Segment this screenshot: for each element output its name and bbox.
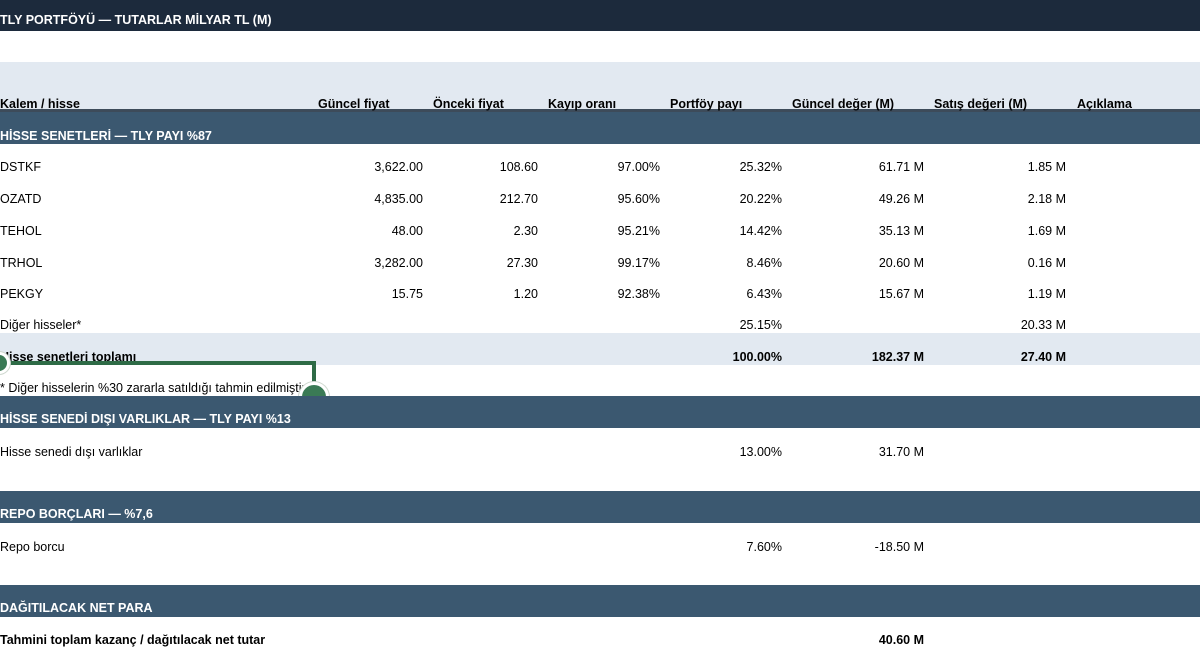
col-header-sale-value: Satış değeri (M) <box>934 97 1028 111</box>
row-loss-ratio: 99.17% <box>617 256 660 270</box>
row-sale-value: 20.33 M <box>1020 318 1066 332</box>
row-name: Diğer hisseler* <box>0 318 82 332</box>
row-portfolio-share: 14.42% <box>739 224 782 238</box>
row-loss-ratio: 95.60% <box>617 192 660 206</box>
section-header-equities: HİSSE SENETLERİ — TLY PAYI %87 <box>0 112 1200 144</box>
section-title: DAĞITILACAK NET PARA <box>0 601 153 615</box>
row-current-value: 49.26 M <box>878 192 924 206</box>
row-portfolio-share: 25.32% <box>739 160 782 174</box>
row-current-value: 61.71 M <box>878 160 924 174</box>
row-name: TEHOL <box>0 224 42 238</box>
row-sale-value: 1.85 M <box>1027 160 1066 174</box>
row-name: OZATD <box>0 192 42 206</box>
col-header-loss-ratio: Kayıp oranı <box>548 97 617 111</box>
row-name: TRHOL <box>0 256 43 270</box>
row-name: DSTKF <box>0 160 41 174</box>
row-name: Tahmini toplam kazanç / dağıtılacak net … <box>0 633 266 647</box>
row-loss-ratio: 97.00% <box>617 160 660 174</box>
row-current-price: 3,282.00 <box>374 256 423 270</box>
row-name: Repo borcu <box>0 540 65 554</box>
row-current-value: -18.50 M <box>874 540 924 554</box>
section-header-non-equity: HİSSE SENEDİ DIŞI VARLIKLAR — TLY PAYI %… <box>0 396 1200 428</box>
row-loss-ratio: 92.38% <box>617 287 660 301</box>
total-portfolio-share: 100.00% <box>732 350 782 364</box>
row-sale-value: 0.16 M <box>1027 256 1066 270</box>
row-portfolio-share: 25.15% <box>739 318 782 332</box>
row-sale-value: 1.69 M <box>1027 224 1066 238</box>
row-current-price: 3,622.00 <box>374 160 423 174</box>
section-header-repo: REPO BORÇLARI — %7,6 <box>0 491 1200 523</box>
selection-outline-top <box>0 361 316 365</box>
section-title: HİSSE SENETLERİ — TLY PAYI %87 <box>0 129 212 143</box>
title-bar: TLY PORTFÖYÜ — TUTARLAR MİLYAR TL (M) <box>0 0 1200 31</box>
row-sale-value: 1.19 M <box>1027 287 1066 301</box>
row-name: Hisse senedi dışı varlıklar <box>0 445 143 459</box>
row-portfolio-share: 6.43% <box>746 287 782 301</box>
col-header-current-price: Güncel fiyat <box>318 97 390 111</box>
row-current-value: 31.70 M <box>878 445 924 459</box>
col-header-portfolio-share: Portföy payı <box>670 97 743 111</box>
section-title: REPO BORÇLARI — %7,6 <box>0 507 153 521</box>
row-current-value: 35.13 M <box>878 224 924 238</box>
row-previous-price: 108.60 <box>499 160 538 174</box>
row-current-price: 48.00 <box>391 224 423 238</box>
col-header-description: Açıklama <box>1077 97 1132 111</box>
row-previous-price: 1.20 <box>513 287 538 301</box>
row-sale-value: 2.18 M <box>1027 192 1066 206</box>
col-header-current-value: Güncel değer (M) <box>792 97 895 111</box>
row-portfolio-share: 7.60% <box>746 540 782 554</box>
row-name: PEKGY <box>0 287 44 301</box>
row-portfolio-share: 13.00% <box>739 445 782 459</box>
row-current-price: 15.75 <box>391 287 423 301</box>
row-current-price: 4,835.00 <box>374 192 423 206</box>
total-sale-value: 27.40 M <box>1020 350 1066 364</box>
row-current-value: 20.60 M <box>878 256 924 270</box>
row-current-value: 40.60 M <box>878 633 924 647</box>
page-title: TLY PORTFÖYÜ — TUTARLAR MİLYAR TL (M) <box>0 13 272 27</box>
total-current-value: 182.37 M <box>871 350 924 364</box>
row-previous-price: 27.30 <box>506 256 538 270</box>
row-previous-price: 2.30 <box>513 224 538 238</box>
row-portfolio-share: 8.46% <box>746 256 782 270</box>
col-header-item: Kalem / hisse <box>0 97 80 111</box>
section-header-net: DAĞITILACAK NET PARA <box>0 585 1200 617</box>
col-header-previous-price: Önceki fiyat <box>433 97 504 111</box>
row-previous-price: 212.70 <box>499 192 538 206</box>
section-title: HİSSE SENEDİ DIŞI VARLIKLAR — TLY PAYI %… <box>0 412 291 426</box>
footnote: * Diğer hisselerin %30 zararla satıldığı… <box>0 381 306 395</box>
row-loss-ratio: 95.21% <box>617 224 660 238</box>
selection-outline-right <box>312 361 316 383</box>
row-portfolio-share: 20.22% <box>739 192 782 206</box>
row-current-value: 15.67 M <box>878 287 924 301</box>
